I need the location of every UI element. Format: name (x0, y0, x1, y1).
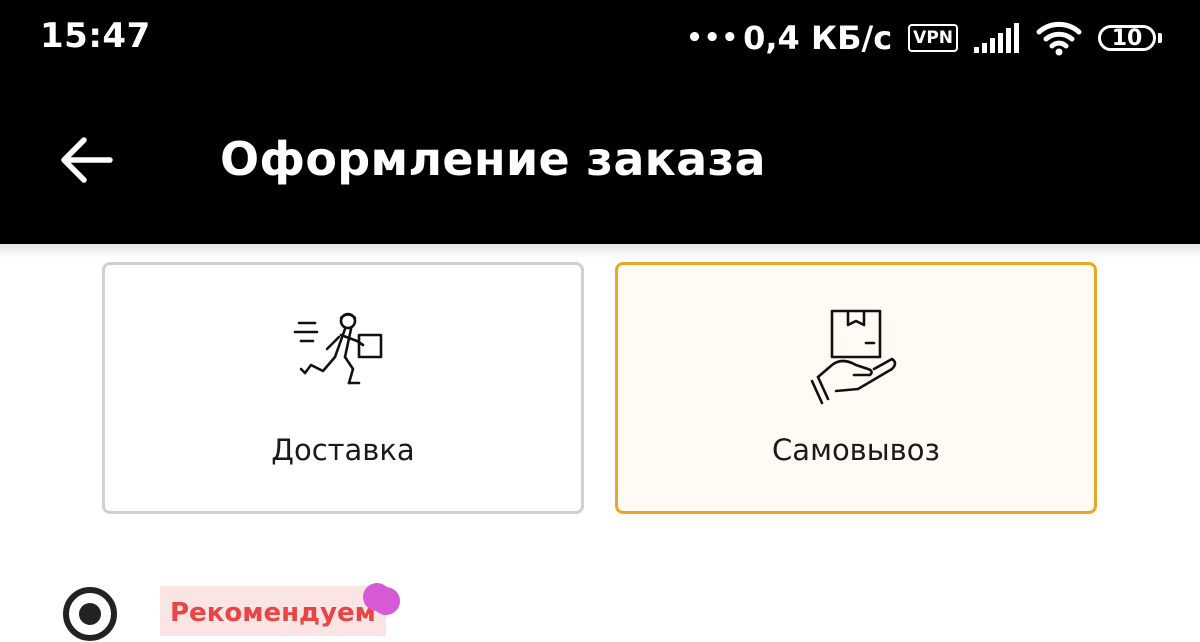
status-bar: 15:47 ••• 0,4 КБ/с VPN 10 (0, 0, 1200, 78)
arrow-left-icon (61, 137, 113, 183)
hand-package-icon (810, 309, 897, 405)
pickup-option-label: Самовывоз (772, 433, 940, 467)
status-indicators: ••• 0,4 КБ/с VPN 10 (686, 14, 1162, 62)
pickup-option-card[interactable]: Самовывоз (615, 262, 1097, 514)
battery-icon: 10 (1098, 25, 1162, 51)
network-speed: 0,4 КБ/с (743, 19, 893, 57)
battery-tip (1158, 33, 1162, 43)
app-bar: Оформление заказа (0, 78, 1200, 244)
radio-icon[interactable] (62, 586, 118, 642)
signal-icon (974, 23, 1019, 53)
app-bar-shadow (0, 244, 1200, 258)
recommend-badge: Рекомендуем (160, 586, 386, 636)
courier-icon (293, 312, 383, 385)
vpn-badge: VPN (908, 24, 958, 52)
notification-dot-icon (363, 583, 400, 615)
back-button[interactable] (50, 128, 122, 192)
delivery-option-label: Доставка (271, 433, 415, 467)
battery-level: 10 (1098, 25, 1156, 51)
status-time: 15:47 (40, 16, 151, 56)
page-title: Оформление заказа (220, 132, 766, 186)
notification-dots: ••• (686, 23, 740, 53)
delivery-option-card[interactable]: Доставка (102, 262, 584, 514)
wifi-icon (1036, 21, 1082, 56)
